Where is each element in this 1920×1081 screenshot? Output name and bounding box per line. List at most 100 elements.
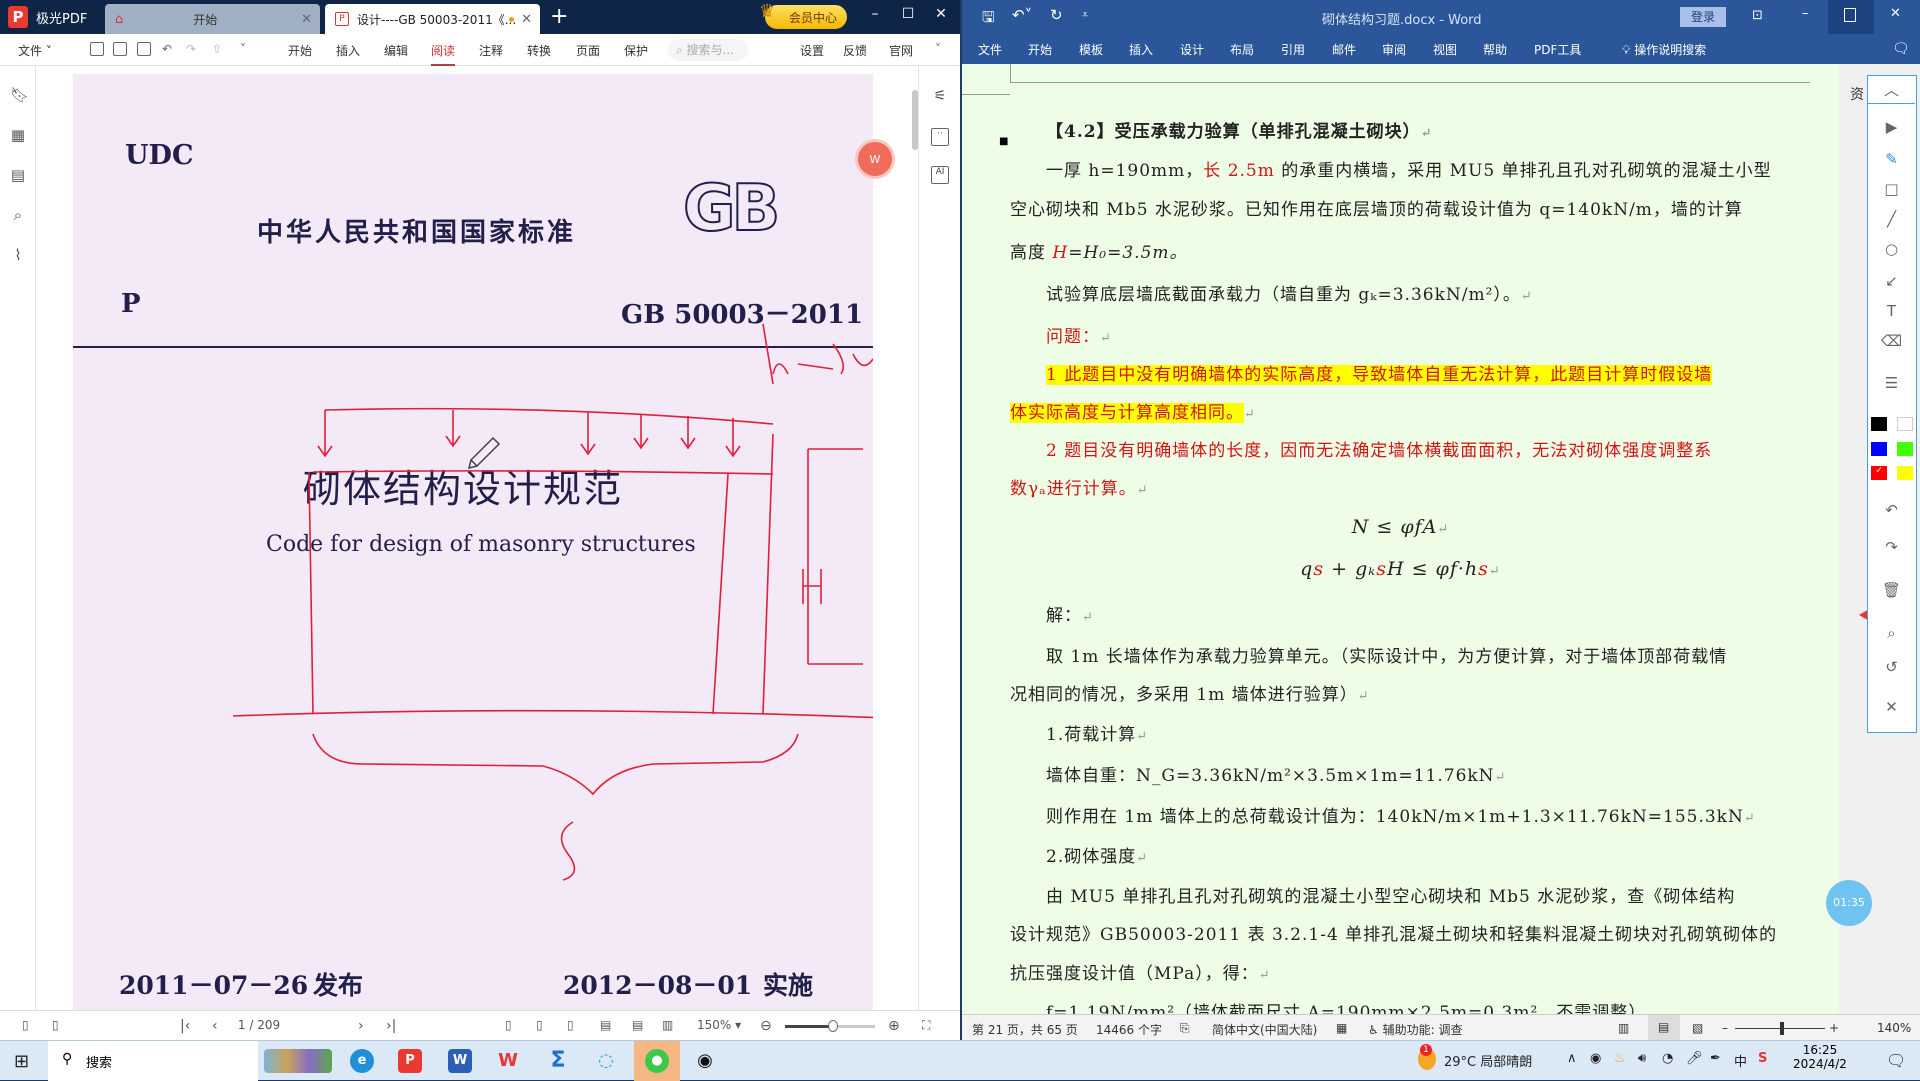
pen-icon[interactable]: ✎ bbox=[1868, 150, 1915, 168]
macro-icon[interactable]: ▦ bbox=[1336, 1021, 1347, 1035]
zoom-slider-handle[interactable] bbox=[1780, 1022, 1784, 1035]
undo-icon[interactable]: ↶ bbox=[1868, 501, 1915, 519]
books-widget-icon[interactable] bbox=[264, 1049, 332, 1073]
ribbon-display-icon[interactable]: ⊡ bbox=[1752, 8, 1763, 23]
color-yellow[interactable] bbox=[1897, 466, 1913, 480]
vip-center-button[interactable]: ♛ 会员中心 bbox=[759, 1, 847, 29]
menu-read[interactable]: 阅读 bbox=[431, 42, 456, 66]
microphone-icon[interactable]: 🎤︎ bbox=[1686, 1051, 1703, 1066]
zoom-icon[interactable]: ⌕ bbox=[1868, 624, 1915, 642]
color-white[interactable] bbox=[1897, 417, 1913, 431]
page-count[interactable]: 第 21 页，共 65 页 bbox=[972, 1021, 1078, 1038]
single-page-icon[interactable]: ▤ bbox=[600, 1018, 611, 1032]
zoom-in-button[interactable]: ⊕ bbox=[888, 1018, 900, 1034]
prev-page-button[interactable]: ‹ bbox=[212, 1018, 218, 1034]
zoom-slider-handle[interactable] bbox=[828, 1020, 838, 1032]
collapse-icon[interactable]: ︿ bbox=[1868, 76, 1915, 104]
menu-insert[interactable]: 插入 bbox=[336, 42, 360, 59]
collapse-ribbon-icon[interactable]: ˅ bbox=[935, 42, 941, 56]
tab-layout[interactable]: 布局 bbox=[1230, 41, 1254, 58]
wifi-icon[interactable]: ◔ bbox=[1662, 1051, 1673, 1066]
zoom-out[interactable]: – bbox=[1722, 1021, 1728, 1035]
edge-icon[interactable]: e bbox=[350, 1049, 374, 1073]
pdf-scrollbar[interactable] bbox=[912, 90, 918, 150]
file-menu[interactable]: 文件 ˅ bbox=[18, 42, 52, 59]
maximize-button[interactable] bbox=[1828, 0, 1874, 34]
fullscreen-icon[interactable]: ⛶ bbox=[922, 1018, 930, 1033]
taskbar-search[interactable]: ⚲ 搜索 bbox=[48, 1041, 258, 1081]
word-icon[interactable]: W bbox=[448, 1049, 472, 1073]
tab-file[interactable]: 文件 bbox=[978, 41, 1002, 58]
pointer-icon[interactable]: ▶ bbox=[1868, 118, 1915, 136]
close-tab-icon[interactable]: ✕ bbox=[521, 12, 532, 27]
wps-icon[interactable]: W bbox=[496, 1049, 520, 1073]
tab-mailings[interactable]: 邮件 bbox=[1332, 41, 1356, 58]
tab-templates[interactable]: 模板 bbox=[1079, 41, 1103, 58]
menu-protect[interactable]: 保护 bbox=[624, 42, 648, 59]
menu-start[interactable]: 开始 bbox=[288, 42, 312, 59]
text-icon[interactable]: T bbox=[1868, 302, 1915, 320]
attachment-icon[interactable]: ⌇ bbox=[10, 246, 26, 264]
minimize-button[interactable]: – bbox=[1802, 6, 1809, 21]
tell-me-search[interactable]: 💡︎ 操作说明搜索 bbox=[1622, 41, 1706, 58]
close-button[interactable]: ✕ bbox=[926, 6, 956, 22]
close-tab-icon[interactable]: ✕ bbox=[301, 12, 312, 27]
proofing-icon[interactable]: ⎘ bbox=[1180, 1021, 1190, 1036]
actual-size-icon[interactable]: ▯ bbox=[505, 1018, 512, 1032]
more-icon[interactable]: ˅ bbox=[240, 42, 246, 56]
repeat-icon[interactable]: ↻ bbox=[1050, 6, 1063, 24]
maximize-button[interactable]: ☐ bbox=[893, 6, 923, 22]
thumbnails-icon[interactable]: ▦ bbox=[10, 126, 26, 144]
tab-help[interactable]: 帮助 bbox=[1483, 41, 1507, 58]
tab-references[interactable]: 引用 bbox=[1281, 41, 1305, 58]
color-blue[interactable] bbox=[1871, 442, 1887, 456]
search-icon[interactable]: ⌕ bbox=[10, 206, 26, 224]
windows-start-icon[interactable]: ⊞ bbox=[14, 1051, 29, 1072]
menu-page[interactable]: 页面 bbox=[576, 42, 600, 59]
last-page-button[interactable]: ›| bbox=[386, 1018, 396, 1034]
clock[interactable]: 16:25 2024/4/2 bbox=[1790, 1043, 1850, 1071]
tab-view[interactable]: 视图 bbox=[1433, 41, 1457, 58]
accessibility[interactable]: ♿︎ 辅助功能: 调查 bbox=[1368, 1021, 1462, 1038]
login-button[interactable]: 登录 bbox=[1680, 7, 1726, 27]
pdf-app-icon[interactable]: P bbox=[398, 1049, 422, 1073]
zoom-in[interactable]: + bbox=[1829, 1021, 1839, 1035]
tab-home[interactable]: 开始 bbox=[1028, 41, 1052, 58]
pen-tray-icon[interactable]: ✒ bbox=[1710, 1051, 1721, 1066]
settings-link[interactable]: 设置 bbox=[800, 42, 824, 59]
close-icon[interactable]: ✕ bbox=[1868, 698, 1915, 716]
zoom-select[interactable]: 150% ▾ bbox=[697, 1018, 741, 1032]
show-hidden-icons[interactable]: ∧ bbox=[1567, 1051, 1577, 1066]
save-icon[interactable] bbox=[113, 42, 127, 56]
tab-review[interactable]: 审阅 bbox=[1382, 41, 1406, 58]
menu-edit[interactable]: 编辑 bbox=[384, 42, 408, 59]
open-icon[interactable] bbox=[90, 42, 104, 56]
rectangle-icon[interactable]: □ bbox=[1868, 180, 1915, 198]
read-mode-icon[interactable]: ▥ bbox=[1618, 1021, 1629, 1035]
filter-settings-icon[interactable]: ⚟ bbox=[931, 88, 949, 106]
continuous-page-icon[interactable]: ▤ bbox=[632, 1018, 643, 1032]
tab-pdf-tools[interactable]: PDF工具 bbox=[1534, 41, 1581, 58]
chat-app-icon[interactable]: ◌ bbox=[594, 1049, 618, 1073]
sigma-app-icon[interactable]: Σ bbox=[546, 1049, 570, 1073]
tab-home[interactable]: ⌂ 开始 ✕ bbox=[105, 4, 320, 34]
undo-icon[interactable]: ↶˅ bbox=[1012, 6, 1032, 24]
notification-icon[interactable]: 🗨︎ bbox=[1886, 1051, 1906, 1070]
ai-icon[interactable]: AI bbox=[931, 166, 949, 184]
ellipse-icon[interactable]: ○ bbox=[1868, 240, 1915, 258]
save-icon[interactable]: 🖫︎ bbox=[982, 7, 995, 32]
fit-page-icon[interactable]: ▯ bbox=[536, 1018, 543, 1032]
customize-qat-icon[interactable]: ⩡ bbox=[1082, 8, 1088, 22]
word-count[interactable]: 14466 个字 bbox=[1096, 1021, 1162, 1038]
color-green[interactable] bbox=[1897, 442, 1913, 456]
web-layout-icon[interactable]: ▧ bbox=[1692, 1021, 1703, 1035]
home-nav-icon[interactable]: ⇧ bbox=[212, 42, 222, 56]
zoom-level[interactable]: 140% bbox=[1877, 1021, 1911, 1035]
close-button[interactable]: ✕ bbox=[1890, 6, 1901, 21]
line-icon[interactable]: ╱ bbox=[1868, 210, 1915, 228]
bookmark-icon[interactable]: 🔖︎ bbox=[10, 86, 29, 104]
menu-convert[interactable]: 转换 bbox=[527, 42, 551, 59]
redo-icon[interactable]: ↷ bbox=[186, 42, 196, 56]
color-red-selected[interactable]: ✓ bbox=[1871, 466, 1887, 480]
prev-doc-icon[interactable]: ▯ bbox=[22, 1018, 29, 1032]
